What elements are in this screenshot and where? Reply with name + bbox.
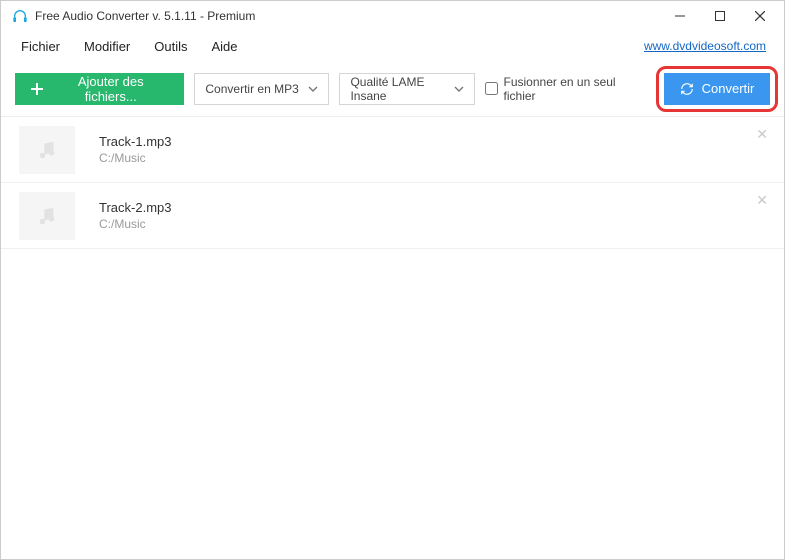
- convert-highlight: Convertir: [664, 73, 770, 105]
- toolbar: Ajouter des fichiers... Convertir en MP3…: [1, 61, 784, 117]
- remove-track-button[interactable]: ✕: [756, 127, 768, 141]
- menu-aide[interactable]: Aide: [200, 35, 250, 58]
- minimize-button[interactable]: [660, 1, 700, 31]
- track-thumbnail: [19, 126, 75, 174]
- track-name: Track-2.mp3: [99, 200, 171, 215]
- merge-label-text: Fusionner en un seul fichier: [504, 75, 644, 103]
- menu-modifier[interactable]: Modifier: [72, 35, 142, 58]
- plus-icon: [31, 83, 43, 95]
- menubar: Fichier Modifier Outils Aide www.dvdvide…: [1, 31, 784, 61]
- format-select-value: Convertir en MP3: [205, 82, 298, 96]
- track-thumbnail: [19, 192, 75, 240]
- track-row[interactable]: Track-2.mp3 C:/Music ✕: [1, 183, 784, 249]
- merge-checkbox[interactable]: [485, 82, 498, 95]
- track-info: Track-2.mp3 C:/Music: [99, 200, 171, 231]
- maximize-button[interactable]: [700, 1, 740, 31]
- titlebar: Free Audio Converter v. 5.1.11 - Premium: [1, 1, 784, 31]
- menu-outils[interactable]: Outils: [142, 35, 199, 58]
- convert-label: Convertir: [702, 81, 755, 96]
- track-name: Track-1.mp3: [99, 134, 171, 149]
- quality-select-value: Qualité LAME Insane: [350, 75, 445, 103]
- close-icon: ✕: [756, 192, 768, 208]
- merge-checkbox-label[interactable]: Fusionner en un seul fichier: [485, 75, 644, 103]
- track-list: Track-1.mp3 C:/Music ✕ Track-2.mp3 C:/Mu…: [1, 117, 784, 559]
- music-note-icon: [36, 205, 58, 227]
- menu-fichier[interactable]: Fichier: [9, 35, 72, 58]
- app-icon: [11, 7, 29, 25]
- music-note-icon: [36, 139, 58, 161]
- chevron-down-icon: [454, 86, 464, 92]
- refresh-icon: [680, 82, 694, 96]
- convert-button[interactable]: Convertir: [664, 73, 770, 105]
- quality-select[interactable]: Qualité LAME Insane: [339, 73, 474, 105]
- track-row[interactable]: Track-1.mp3 C:/Music ✕: [1, 117, 784, 183]
- add-files-label: Ajouter des fichiers...: [53, 74, 168, 104]
- track-path: C:/Music: [99, 151, 171, 165]
- vendor-link[interactable]: www.dvdvideosoft.com: [644, 39, 766, 53]
- close-icon: ✕: [756, 126, 768, 142]
- track-path: C:/Music: [99, 217, 171, 231]
- track-info: Track-1.mp3 C:/Music: [99, 134, 171, 165]
- format-select[interactable]: Convertir en MP3: [194, 73, 329, 105]
- remove-track-button[interactable]: ✕: [756, 193, 768, 207]
- chevron-down-icon: [308, 86, 318, 92]
- close-button[interactable]: [740, 1, 780, 31]
- window-title: Free Audio Converter v. 5.1.11 - Premium: [35, 9, 255, 23]
- add-files-button[interactable]: Ajouter des fichiers...: [15, 73, 184, 105]
